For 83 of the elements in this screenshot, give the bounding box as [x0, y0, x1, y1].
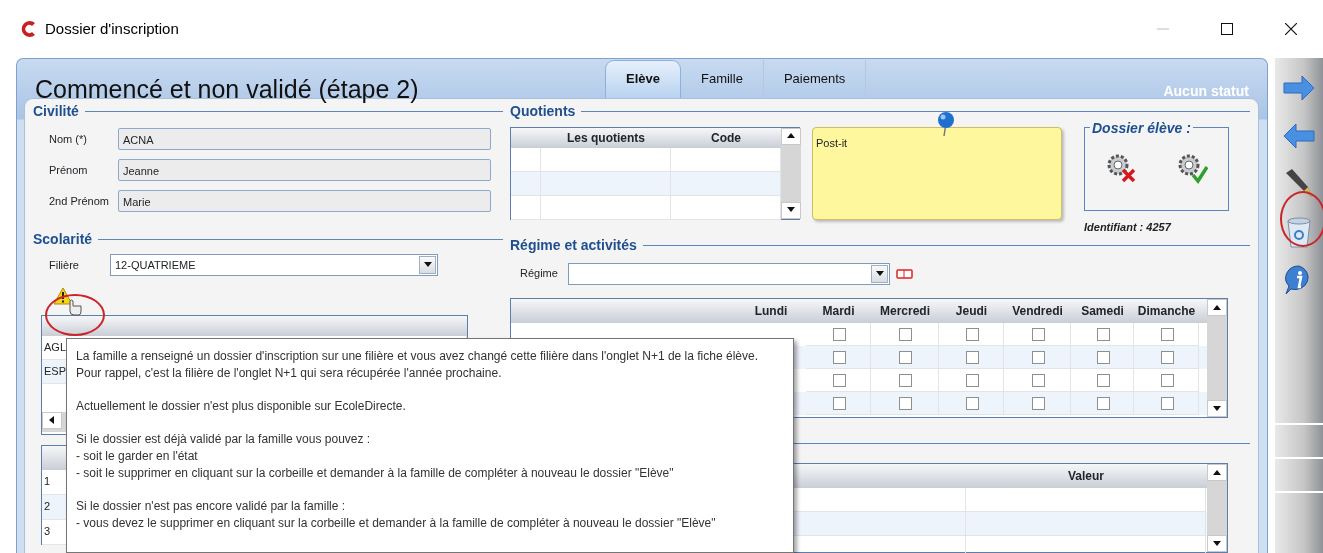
- minimize-icon: [1157, 28, 1169, 30]
- post-it-note[interactable]: Post-it: [812, 126, 1062, 220]
- post-it-text: Post-it: [816, 136, 848, 149]
- checkbox[interactable]: [1031, 327, 1045, 341]
- regime-select[interactable]: [568, 262, 890, 285]
- column-header: Samedi: [1080, 303, 1125, 320]
- section-title: Scolarité: [33, 229, 93, 249]
- checkbox[interactable]: [1160, 327, 1174, 341]
- scrollbar[interactable]: [781, 127, 801, 219]
- field-label: Prénom: [48, 162, 89, 178]
- tooltip-text: Si le dossier est déjà validé par la famille vous pouvez :: [76, 431, 372, 449]
- checkbox[interactable]: [832, 396, 846, 410]
- scroll-up-icon: [786, 131, 796, 141]
- checkbox[interactable]: [899, 327, 912, 341]
- checkbox[interactable]: [1031, 350, 1045, 364]
- checkbox[interactable]: [1096, 396, 1110, 410]
- checkbox[interactable]: [965, 350, 979, 364]
- identifier-text: Identifiant : 4257: [1084, 219, 1173, 235]
- table-cell: [511, 195, 541, 220]
- scroll-left-button[interactable]: [42, 411, 62, 429]
- highlight-circle: [45, 294, 105, 336]
- section-title: Quotients: [510, 101, 576, 121]
- close-icon: [1285, 23, 1297, 35]
- scroll-up-button[interactable]: [781, 127, 801, 145]
- field-label: 2nd Prénom: [48, 193, 110, 209]
- column-header: Valeur: [1067, 468, 1105, 485]
- tab[interactable]: Paiements: [763, 59, 867, 98]
- tooltip-text: - soit le garder en l'état: [76, 448, 199, 465]
- column-header: Mardi: [821, 303, 856, 320]
- checkbox[interactable]: [1031, 396, 1045, 410]
- column-header: Code: [710, 129, 742, 147]
- checkbox[interactable]: [1031, 373, 1045, 387]
- checkbox[interactable]: [832, 327, 846, 341]
- maximize-icon: [1221, 23, 1233, 35]
- column-header: Mercredi: [879, 303, 931, 320]
- checkbox[interactable]: [1160, 373, 1174, 387]
- pushpin-icon: [936, 110, 956, 137]
- column-header: Lundi: [753, 303, 789, 320]
- warning-icon[interactable]: [53, 286, 83, 317]
- tooltip-text: Si le dossier n'est pas encore validé par la famille :: [76, 498, 347, 515]
- scroll-up-button[interactable]: [1207, 299, 1227, 316]
- scrollbar[interactable]: [1207, 464, 1227, 552]
- status-label: Aucun statut: [1163, 82, 1249, 101]
- column-header: Dimanche: [1136, 303, 1197, 320]
- text-field[interactable]: Marie: [118, 190, 491, 212]
- scroll-down-button[interactable]: [781, 201, 801, 219]
- checkbox[interactable]: [1160, 396, 1174, 410]
- tooltip-text: Actuellement le dossier n'est plus disponible sur EcoleDirecte.: [76, 398, 407, 415]
- checkbox[interactable]: [899, 373, 912, 387]
- section-title: Régime et activités: [510, 236, 637, 255]
- filiere-select[interactable]: 12-QUATRIEME: [110, 254, 438, 276]
- column-header: Vendredi: [1011, 303, 1064, 320]
- checkbox[interactable]: [1160, 350, 1174, 364]
- checkbox[interactable]: [965, 396, 979, 410]
- checkbox[interactable]: [965, 327, 979, 341]
- highlight-circle: [1280, 191, 1323, 247]
- checkbox[interactable]: [1096, 350, 1110, 364]
- checkbox[interactable]: [832, 373, 846, 387]
- checkbox[interactable]: [832, 350, 846, 364]
- checkbox[interactable]: [899, 350, 912, 364]
- field-label: Filière: [48, 257, 80, 273]
- checkbox[interactable]: [965, 373, 979, 387]
- scrollbar[interactable]: [1207, 299, 1227, 417]
- field-label: Régime: [519, 266, 559, 282]
- scroll-down-button[interactable]: [1207, 400, 1227, 417]
- column-header: Les quotients: [566, 129, 646, 147]
- text-field[interactable]: ACNA: [118, 128, 491, 150]
- logo-icon: [20, 19, 38, 39]
- checkbox[interactable]: [1096, 373, 1110, 387]
- table-cell: [511, 171, 541, 196]
- card-icon[interactable]: [896, 267, 914, 280]
- scroll-left-icon: [47, 415, 57, 425]
- text-field[interactable]: Jeanne: [118, 159, 491, 181]
- window-title: Dossier d'inscription: [45, 18, 179, 39]
- checkbox[interactable]: [899, 396, 912, 410]
- scroll-down-button[interactable]: [1207, 535, 1227, 552]
- column-header: Jeudi: [954, 303, 989, 320]
- tab[interactable]: Famille: [681, 59, 764, 98]
- checkbox[interactable]: [1096, 327, 1110, 341]
- scroll-up-button[interactable]: [1207, 464, 1227, 481]
- table-cell: [511, 147, 541, 172]
- field-label: Nom (*): [48, 131, 88, 147]
- tab[interactable]: Elève: [605, 59, 681, 98]
